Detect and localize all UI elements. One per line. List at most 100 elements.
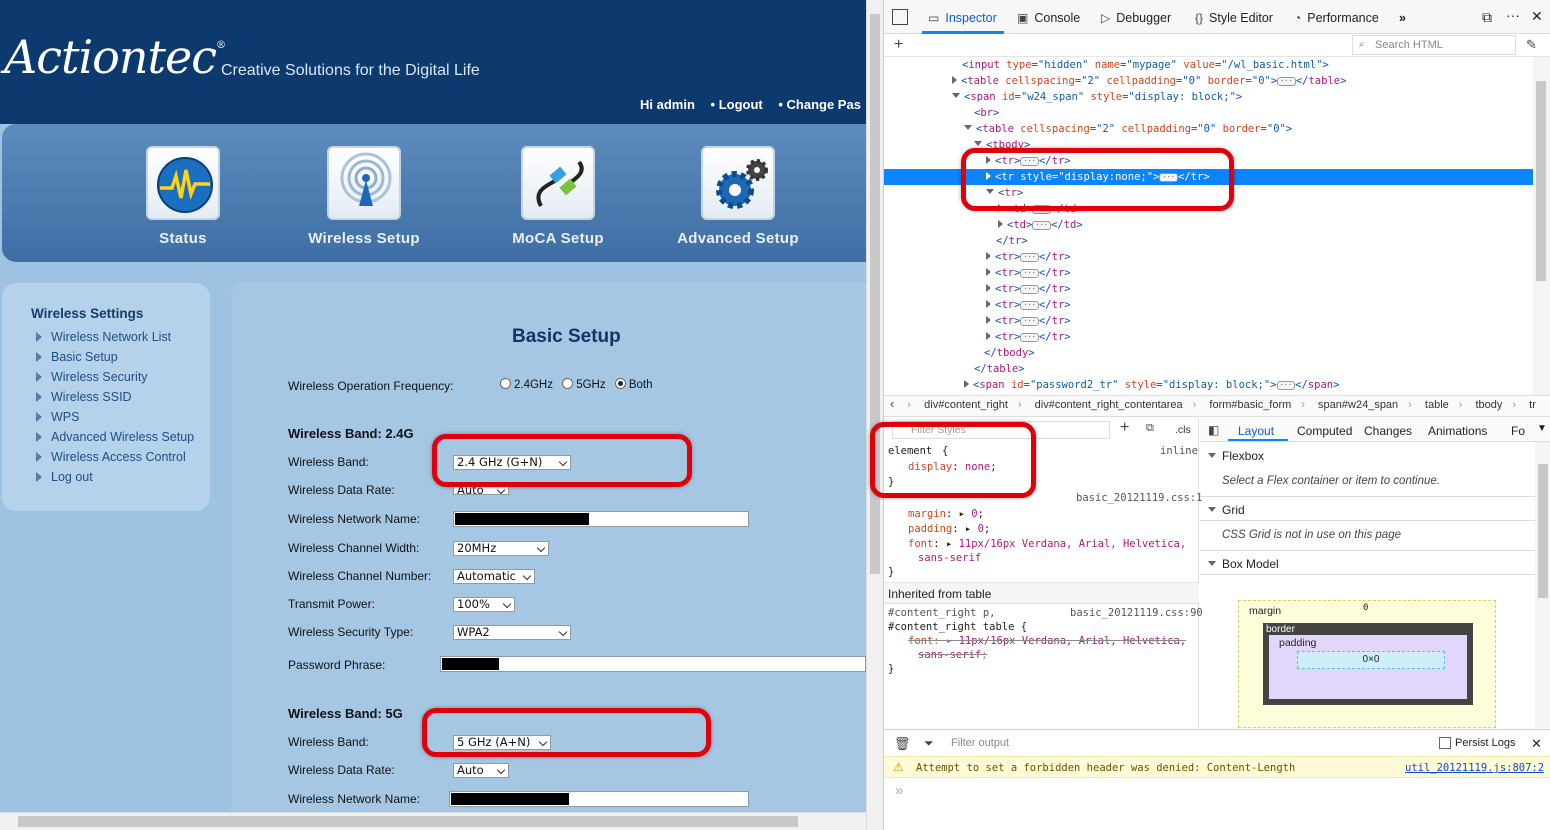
markup-scrollbar[interactable] — [1533, 57, 1550, 395]
element-picker-icon[interactable] — [892, 9, 908, 25]
breadcrumb-item[interactable]: tbody — [1476, 399, 1503, 411]
menu-dots-icon[interactable]: ··· — [1506, 7, 1520, 23]
layout-scrollbar[interactable] — [1535, 442, 1550, 728]
close-console-icon[interactable]: ✕ — [1531, 736, 1542, 752]
declaration-font[interactable]: font: ▸ 11px/16px Verdana, Arial, Helvet… — [908, 537, 1186, 552]
tree-line[interactable]: </tbody> — [984, 345, 1035, 361]
breadcrumb-item[interactable]: table — [1425, 399, 1449, 411]
tree-line[interactable]: <tr> ··· </tr> — [986, 249, 1071, 265]
radio-5ghz[interactable] — [562, 378, 574, 389]
tree-line[interactable]: <br> — [974, 105, 999, 121]
scroll-thumb[interactable] — [1536, 81, 1546, 281]
declaration-margin[interactable]: margin: ▸ 0; — [908, 507, 984, 522]
breadcrumb-item[interactable]: tr — [1529, 399, 1536, 411]
radio-both[interactable] — [614, 378, 626, 389]
box-content[interactable]: 0×0 — [1297, 651, 1445, 669]
tree-line[interactable]: <tr> ··· </tr> — [986, 281, 1071, 297]
tree-line[interactable]: </tr> — [996, 233, 1028, 249]
box-margin[interactable]: margin 0 border padding 0×0 — [1238, 600, 1496, 728]
add-node-icon[interactable]: + — [894, 36, 903, 54]
trash-icon[interactable]: 🗑 — [894, 736, 911, 752]
tree-line[interactable]: </table> — [974, 361, 1025, 377]
search-html-input[interactable]: Search HTML — [1352, 35, 1516, 55]
tree-line[interactable]: <span id="w24_span" style="display: bloc… — [952, 89, 1242, 105]
band24-password-input[interactable] — [440, 656, 866, 672]
tree-line[interactable]: <td> ··· </td> — [998, 217, 1083, 233]
rule2-source[interactable]: basic_20121119.css:1 — [1076, 492, 1202, 504]
band24-power-select[interactable]: 100% — [453, 597, 515, 612]
tab-inspector[interactable]: ▭ Inspector — [928, 11, 997, 25]
tree-line[interactable]: <input type="hidden" name="mypage" value… — [962, 57, 1329, 73]
eyedropper-icon[interactable]: ✎ — [1526, 37, 1537, 53]
nav-status[interactable]: Status — [103, 146, 263, 247]
add-rule-icon[interactable]: + — [1120, 419, 1129, 437]
tab-changes[interactable]: Changes — [1364, 424, 1412, 438]
tab-animations[interactable]: Animations — [1428, 424, 1487, 438]
tab-console[interactable]: ▣ Console — [1017, 11, 1080, 25]
tree-line[interactable]: <table cellspacing="2" cellpadding="0" b… — [952, 73, 1346, 89]
band24-channel-select[interactable]: Automatic — [453, 569, 535, 584]
console-warning[interactable]: ⚠ Attempt to set a forbidden header was … — [884, 756, 1550, 778]
cls-toggle[interactable]: .cls — [1175, 424, 1191, 436]
declaration-font-overridden[interactable]: font: ▸ 11px/16px Verdana, Arial, Helvet… — [908, 634, 1186, 649]
radio-24ghz[interactable] — [500, 378, 511, 389]
pseudo-class-icon[interactable]: ⧉ — [1146, 422, 1154, 435]
nav-moca-setup[interactable]: MoCA Setup — [478, 146, 638, 247]
sidebar-item-wireless-security[interactable]: Wireless Security — [36, 370, 148, 384]
tab-computed[interactable]: Computed — [1297, 424, 1352, 438]
tree-line[interactable]: <tr> ··· </tr> — [986, 329, 1071, 345]
breadcrumb-item[interactable]: div#content_right_contentarea — [1035, 399, 1183, 411]
scroll-thumb[interactable] — [18, 816, 798, 827]
console-prompt[interactable]: » — [895, 782, 903, 799]
tab-layout[interactable]: Layout — [1238, 424, 1274, 438]
chevron-down-icon[interactable]: ▼ — [1537, 423, 1547, 434]
grid-header[interactable]: Grid — [1208, 503, 1245, 517]
scroll-thumb[interactable] — [1538, 464, 1548, 598]
band5-ssid-input[interactable] — [449, 791, 749, 807]
declaration-padding[interactable]: padding: ▸ 0; — [908, 522, 990, 537]
box-border[interactable]: border padding 0×0 — [1263, 623, 1473, 705]
tab-fonts[interactable]: Fo — [1511, 424, 1535, 438]
filter-icon[interactable]: ⏷ — [924, 736, 934, 751]
flexbox-header[interactable]: Flexbox — [1208, 449, 1264, 463]
tree-line[interactable]: <tr> ··· </tr> — [986, 297, 1071, 313]
change-password-link[interactable]: • Change Pas — [778, 97, 861, 112]
tree-line[interactable]: <tr> ··· </tr> — [986, 265, 1071, 281]
nav-advanced-setup[interactable]: Advanced Setup — [658, 146, 818, 247]
breadcrumb-item[interactable]: div#content_right — [924, 399, 1008, 411]
rule-element-source[interactable]: inline — [1160, 445, 1198, 457]
page-vertical-scrollbar[interactable] — [866, 0, 883, 830]
band5-rate-select[interactable]: Auto — [453, 763, 509, 778]
persist-logs-checkbox[interactable] — [1439, 737, 1451, 749]
toggle-sidebar-icon[interactable]: ◧ — [1208, 423, 1219, 437]
tree-line[interactable]: <table cellspacing="2" cellpadding="0" b… — [964, 121, 1292, 137]
sidebar-item-access-control[interactable]: Wireless Access Control — [36, 450, 186, 464]
warning-source-link[interactable]: util_20121119.js:807:2 — [1405, 762, 1544, 774]
box-padding[interactable]: padding 0×0 — [1269, 635, 1467, 699]
breadcrumb-item[interactable]: span#w24_span — [1318, 399, 1398, 411]
tab-performance[interactable]: ◔ Performance — [1294, 11, 1379, 25]
sidebar-item-wps[interactable]: WPS — [36, 410, 79, 424]
sidebar-item-advanced-wireless[interactable]: Advanced Wireless Setup — [36, 430, 194, 444]
dock-icon[interactable]: ⧉ — [1482, 9, 1492, 26]
horizontal-scrollbar[interactable] — [0, 812, 866, 830]
band24-security-select[interactable]: WPA2 — [453, 625, 571, 640]
sidebar-item-wireless-network-list[interactable]: Wireless Network List — [36, 330, 171, 344]
rule3-source[interactable]: basic_20121119.css:90 — [1070, 607, 1203, 619]
breadcrumb-item[interactable]: form#basic_form — [1209, 399, 1291, 411]
logout-link[interactable]: • Logout — [711, 97, 763, 112]
close-devtools-icon[interactable]: ✕ — [1531, 8, 1543, 25]
band24-ssid-input[interactable] — [453, 511, 749, 527]
sidebar-item-logout[interactable]: Log out — [36, 470, 93, 484]
tree-line[interactable]: <tr> ··· </tr> — [986, 313, 1071, 329]
boxmodel-header[interactable]: Box Model — [1208, 557, 1279, 571]
more-tabs-icon[interactable]: » — [1399, 11, 1406, 25]
sidebar-item-wireless-ssid[interactable]: Wireless SSID — [36, 390, 132, 404]
nav-wireless-setup[interactable]: Wireless Setup — [284, 146, 444, 247]
breadcrumb-back-icon[interactable]: ‹ — [890, 396, 894, 411]
filter-output-input[interactable]: Filter output — [951, 737, 1009, 749]
tree-line[interactable]: <span id="password2_tr" style="display: … — [964, 377, 1339, 393]
tab-style-editor[interactable]: {} Style Editor — [1195, 11, 1273, 25]
band24-width-select[interactable]: 20MHz — [453, 541, 549, 556]
tab-debugger[interactable]: ▷ Debugger — [1101, 11, 1171, 25]
